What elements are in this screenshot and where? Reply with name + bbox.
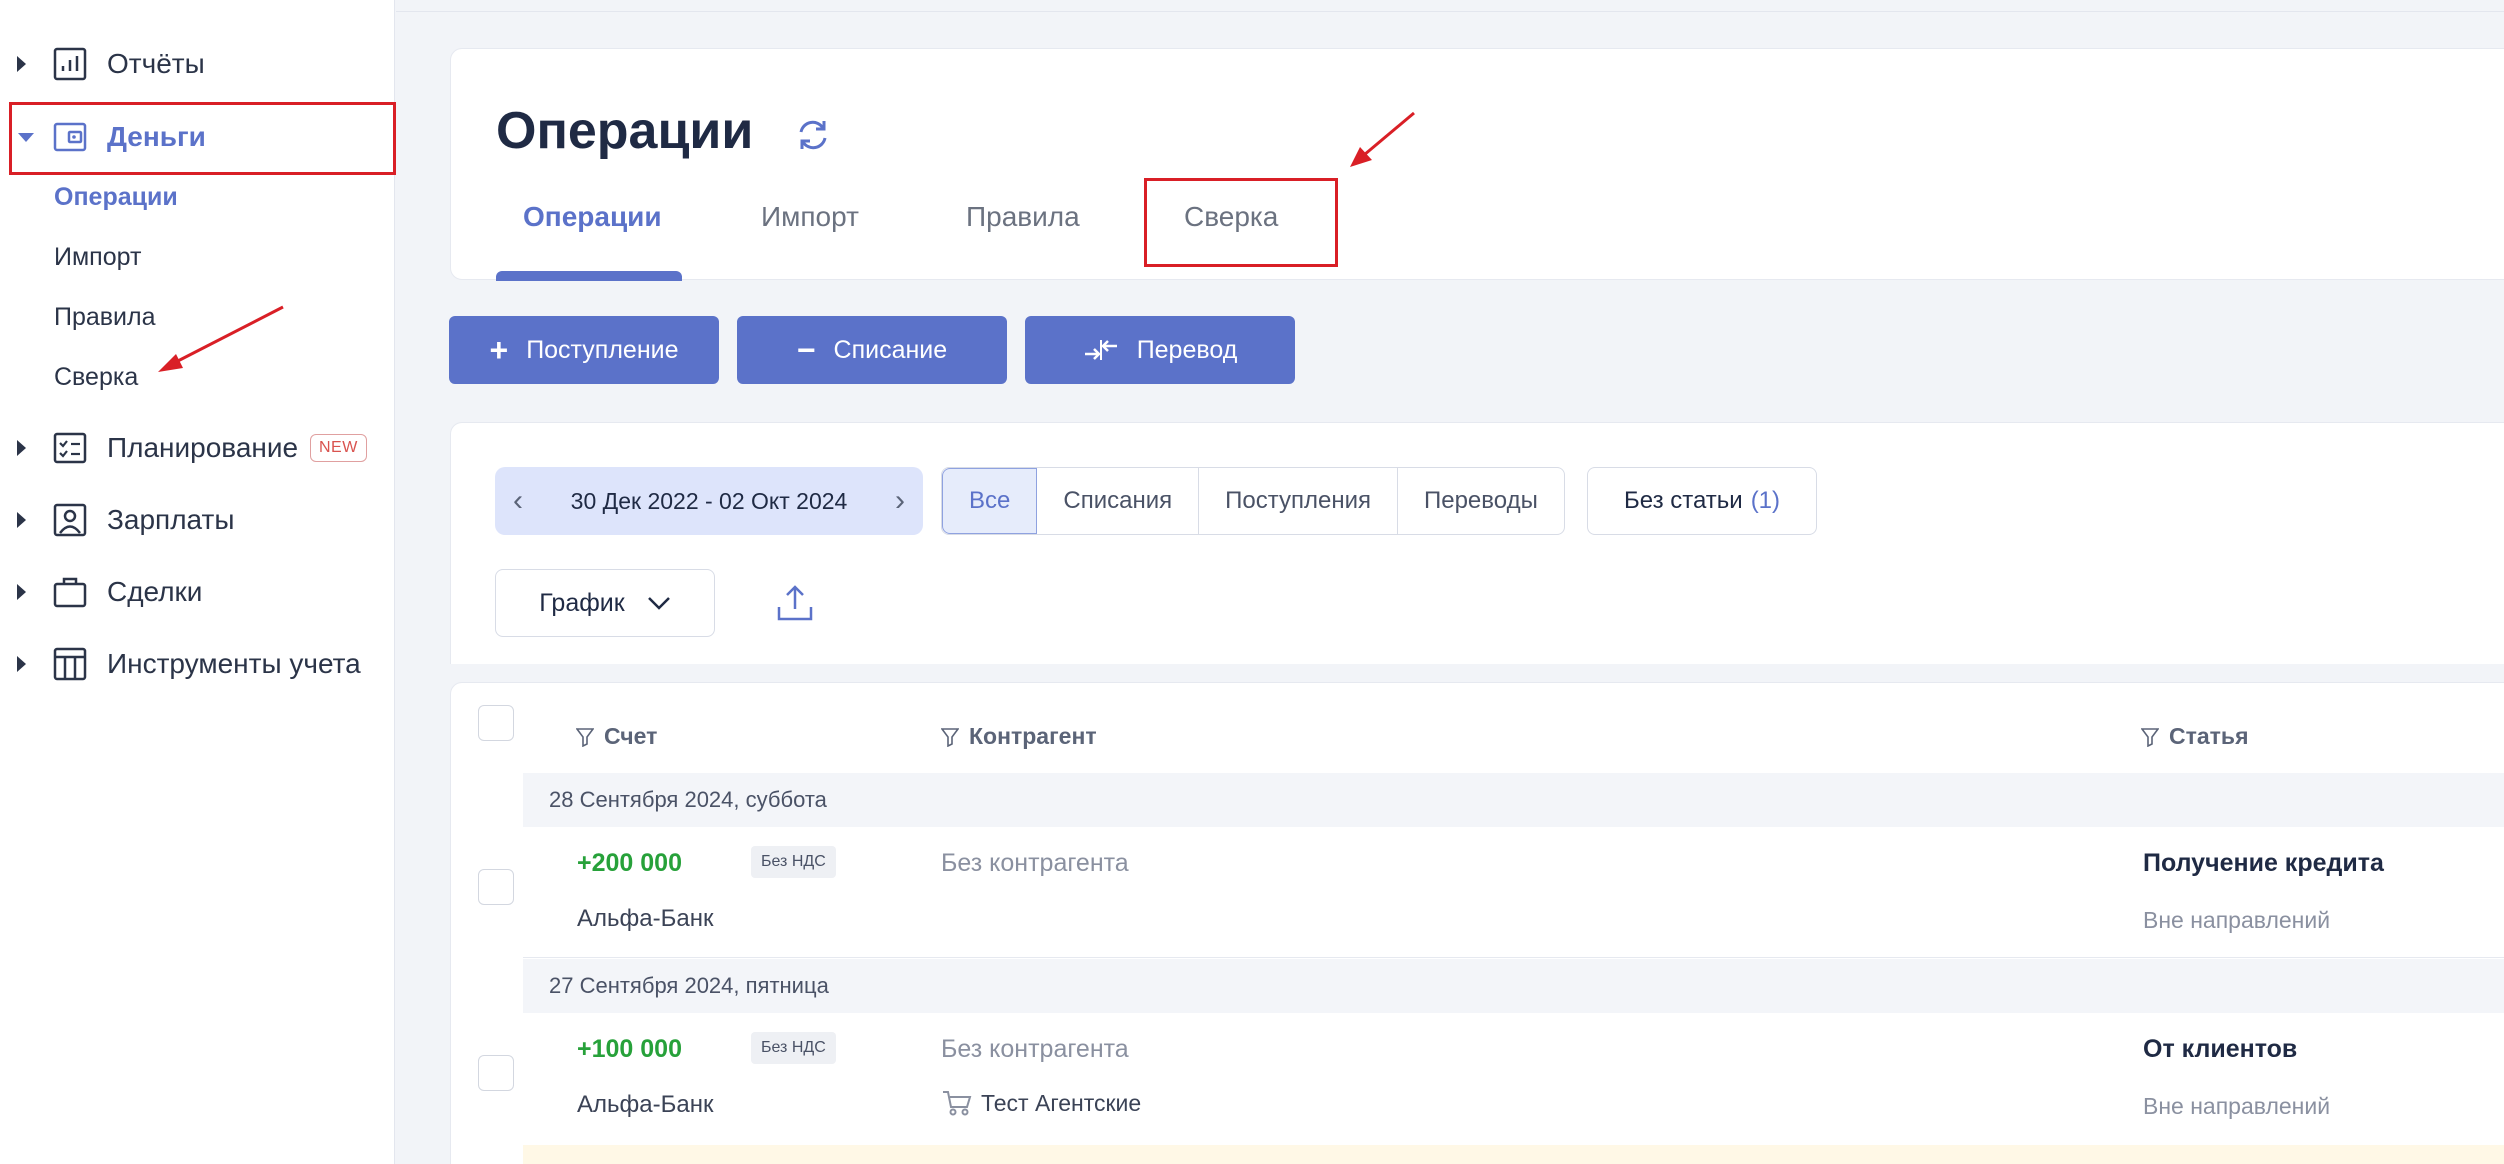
active-tab-indicator	[496, 271, 682, 281]
tab-operations[interactable]: Операции	[523, 201, 662, 233]
header-card: Операции Операции Импорт Правила Сверка	[450, 48, 2504, 281]
direction-name: Вне направлений	[2143, 1093, 2331, 1119]
graph-label: График	[539, 588, 625, 617]
column-header-label: Контрагент	[969, 723, 1097, 749]
filter-icon	[576, 727, 594, 747]
reports-icon	[53, 47, 87, 81]
direction-name: Вне направлений	[2143, 907, 2331, 933]
tab-import[interactable]: Импорт	[761, 201, 859, 233]
add-transfer-button[interactable]: Перевод	[1025, 316, 1295, 384]
wallet-icon	[53, 122, 87, 152]
row-divider	[523, 957, 2504, 958]
filter-expenses[interactable]: Списания	[1037, 468, 1200, 534]
operations-table: Счет Контрагент Статья 28 Сентября 2024,…	[450, 682, 2504, 1164]
sidebar-item-label: Планирование	[107, 432, 299, 463]
tab-rules[interactable]: Правила	[966, 201, 1080, 233]
vat-badge: Без НДС	[751, 1032, 836, 1064]
date-group-header: 27 Сентября 2024, пятница	[523, 959, 2504, 1013]
article-name[interactable]: Получение кредита	[2143, 849, 2384, 878]
caret-right-icon	[17, 56, 26, 72]
sidebar-item-salaries[interactable]: Зарплаты	[0, 489, 395, 551]
caret-right-icon	[17, 440, 26, 456]
chevron-down-icon	[647, 597, 670, 610]
sidebar-item-label: Инструменты учета	[107, 648, 361, 679]
person-card-icon	[53, 503, 87, 537]
date-range-value: 30 Дек 2022 - 02 Окт 2024	[570, 487, 848, 514]
cart-icon	[943, 1091, 972, 1116]
caret-right-icon	[17, 512, 26, 528]
sidebar-subitem-rules[interactable]: Правила	[54, 303, 156, 332]
operation-amount: +200 000	[577, 849, 682, 877]
sidebar-subitem-operations[interactable]: Операции	[54, 183, 178, 212]
button-label: Списание	[833, 335, 948, 364]
select-all-checkbox[interactable]	[478, 705, 514, 741]
sidebar-item-reports[interactable]: Отчёты	[0, 33, 395, 95]
account-name: Альфа-Банк	[577, 905, 714, 932]
caret-right-icon	[17, 584, 26, 600]
sidebar-item-label: Отчёты	[107, 48, 205, 79]
next-row-highlight	[523, 1145, 2504, 1164]
sidebar-subitem-import[interactable]: Импорт	[54, 243, 141, 272]
sidebar: Отчёты Деньги Операции Импорт Правила Св…	[0, 0, 396, 1164]
sidebar-subitem-reconciliation[interactable]: Сверка	[54, 363, 138, 392]
new-badge: NEW	[310, 434, 367, 462]
column-header-counterparty[interactable]: Контрагент	[941, 723, 1097, 750]
counterparty-name[interactable]: Без контрагента	[941, 849, 1129, 878]
page-title: Операции	[496, 102, 754, 160]
tab-reconciliation[interactable]: Сверка	[1184, 201, 1278, 233]
operation-type-filter: Все Списания Поступления Переводы	[941, 467, 1565, 535]
button-label: Перевод	[1136, 335, 1238, 364]
no-article-count: (1)	[1750, 487, 1781, 514]
minus-icon: −	[796, 332, 816, 368]
chevron-right-icon[interactable]: ›	[895, 484, 905, 518]
sidebar-item-deals[interactable]: Сделки	[0, 561, 395, 623]
account-name: Альфа-Банк	[577, 1091, 714, 1118]
sidebar-item-tools[interactable]: Инструменты учета	[0, 633, 395, 695]
date-group-header: 28 Сентября 2024, суббота	[523, 773, 2504, 827]
top-strip	[396, 0, 2504, 12]
no-article-label: Без статьи	[1624, 487, 1743, 514]
operation-amount: +100 000	[577, 1035, 682, 1063]
filter-icon	[941, 727, 959, 747]
sidebar-item-label: Деньги	[107, 121, 206, 152]
counterparty-name[interactable]: Без контрагента	[941, 1035, 1129, 1064]
agent-tag[interactable]: Тест Агентские	[941, 1089, 1141, 1117]
article-name[interactable]: От клиентов	[2143, 1035, 2297, 1064]
filter-panel: ‹ 30 Дек 2022 - 02 Окт 2024 › Все Списан…	[450, 422, 2504, 664]
chevron-left-icon[interactable]: ‹	[513, 484, 523, 518]
column-header-account[interactable]: Счет	[576, 723, 657, 750]
sidebar-item-money[interactable]: Деньги	[0, 106, 395, 168]
caret-down-icon	[18, 132, 34, 142]
transfer-icon	[1084, 340, 1117, 360]
column-header-article[interactable]: Статья	[2141, 723, 2249, 750]
row-checkbox[interactable]	[478, 869, 514, 905]
column-header-label: Статья	[2169, 723, 2249, 749]
row-checkbox[interactable]	[478, 1055, 514, 1091]
checklist-icon	[53, 432, 87, 464]
caret-right-icon	[17, 656, 26, 672]
agent-name: Тест Агентские	[981, 1089, 1142, 1116]
sidebar-item-label: Сделки	[107, 576, 203, 607]
graph-dropdown[interactable]: График	[495, 569, 715, 637]
sidebar-item-label: Зарплаты	[107, 504, 235, 535]
add-income-button[interactable]: + Поступление	[449, 316, 719, 384]
filter-icon	[2141, 727, 2159, 747]
no-article-filter[interactable]: Без статьи (1)	[1587, 467, 1818, 535]
plus-icon: +	[489, 332, 509, 368]
vat-badge: Без НДС	[751, 846, 836, 878]
filter-incomes[interactable]: Поступления	[1199, 468, 1398, 534]
filter-all[interactable]: Все	[942, 468, 1038, 534]
export-icon[interactable]	[775, 583, 815, 623]
filter-transfers[interactable]: Переводы	[1398, 468, 1564, 534]
button-label: Поступление	[526, 335, 679, 364]
date-range-picker[interactable]: ‹ 30 Дек 2022 - 02 Окт 2024 ›	[495, 467, 923, 535]
sidebar-item-planning[interactable]: Планирование NEW	[0, 417, 395, 479]
table-icon	[53, 647, 87, 681]
add-expense-button[interactable]: − Списание	[737, 316, 1007, 384]
refresh-icon[interactable]	[791, 113, 835, 157]
briefcase-icon	[53, 577, 87, 608]
column-header-label: Счет	[604, 723, 658, 749]
